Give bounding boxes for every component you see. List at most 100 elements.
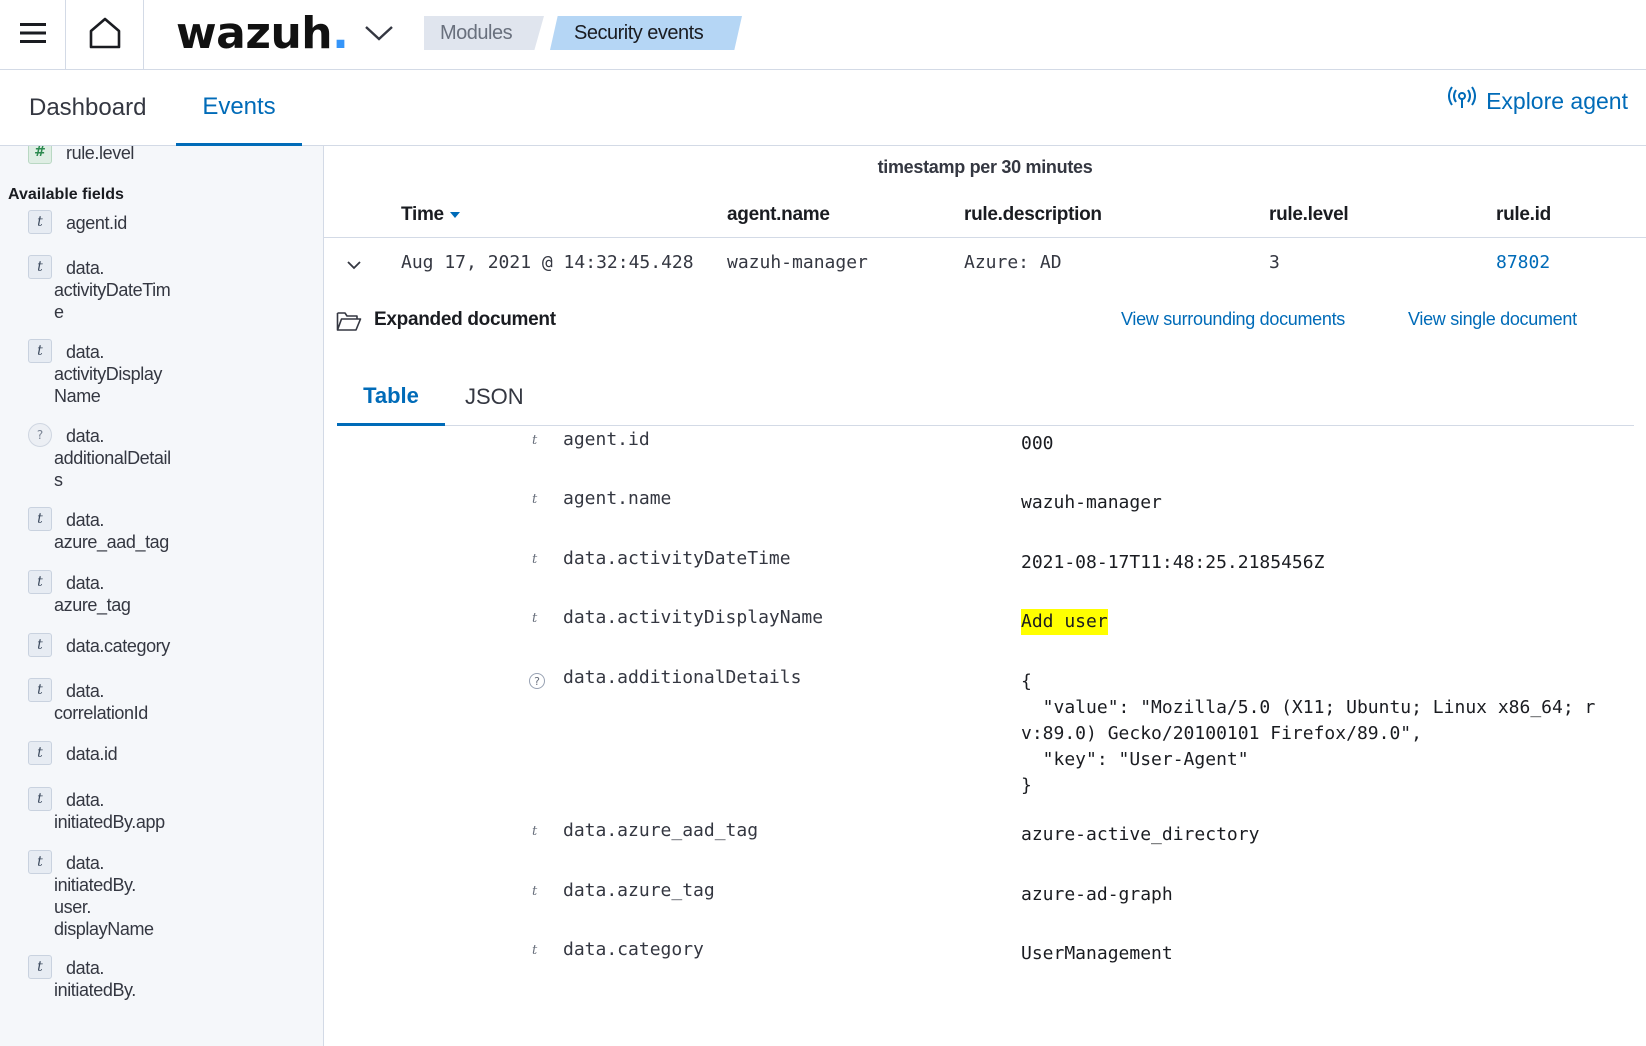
doc-field-value: UserManagement <box>1021 943 1173 964</box>
string-field-icon: t <box>28 678 52 702</box>
field-item[interactable]: ? data. additionalDetail s <box>28 423 318 491</box>
breadcrumb-security-events[interactable]: Security events <box>550 16 742 50</box>
string-field-icon: t <box>532 884 538 899</box>
field-item[interactable]: t data. correlationId <box>28 678 318 724</box>
field-item[interactable]: t data. activityDisplay Name <box>28 339 318 407</box>
home-button[interactable] <box>66 0 144 70</box>
field-name: data. activityDisplay Name <box>54 342 163 406</box>
string-field-icon: t <box>28 507 52 531</box>
view-surrounding-documents-link[interactable]: View surrounding documents <box>1121 309 1345 330</box>
document-view-tabs: Table JSON <box>337 368 1634 426</box>
field-name: data. additionalDetail s <box>54 426 171 490</box>
number-field-icon: # <box>28 146 52 164</box>
doc-field-value: 000 <box>1021 433 1054 454</box>
field-item[interactable]: t data. azure_tag <box>28 570 318 616</box>
field-name: data. correlationId <box>54 681 148 723</box>
field-name: agent.id <box>66 213 127 233</box>
column-header-time[interactable]: Time <box>401 204 460 226</box>
string-field-icon: t <box>532 492 538 507</box>
field-name: data. initiatedBy. <box>54 958 136 1000</box>
column-header-rule-id[interactable]: rule.id <box>1496 204 1551 226</box>
field-name: data. activityDateTim e <box>54 258 171 322</box>
field-item[interactable]: t data. activityDateTim e <box>28 255 318 323</box>
chevron-down-icon <box>344 261 364 278</box>
view-single-document-link[interactable]: View single document <box>1408 309 1577 330</box>
doc-field-key: data.azure_aad_tag <box>563 820 759 841</box>
breadcrumb-modules[interactable]: Modules <box>424 16 544 50</box>
histogram-axis-caption: timestamp per 30 minutes <box>877 157 1093 177</box>
cell-time: Aug 17, 2021 @ 14:32:45.428 <box>401 252 694 273</box>
available-fields-title: Available fields <box>8 186 124 203</box>
explore-agent-button[interactable]: Explore agent <box>1448 86 1628 116</box>
module-tabs-bar: Dashboard Events Explore agent <box>0 70 1646 146</box>
folder-open-icon <box>336 310 362 337</box>
string-field-icon: t <box>28 633 52 657</box>
string-field-icon: t <box>28 955 52 979</box>
doc-field-value-json: { "value": "Mozilla/5.0 (X11; Ubuntu; Li… <box>1021 671 1596 796</box>
doc-field-key: agent.id <box>563 429 650 450</box>
doc-field-value: 2021-08-17T11:48:25.2185456Z <box>1021 552 1325 573</box>
string-field-icon: t <box>28 255 52 279</box>
string-field-icon: t <box>532 943 538 958</box>
field-item[interactable]: t data. azure_aad_tag <box>28 507 318 553</box>
top-navigation-bar: wazuh. Modules Security events <box>0 0 1646 70</box>
column-header-rule-level[interactable]: rule.level <box>1269 204 1349 226</box>
doc-field-key: data.activityDateTime <box>563 548 791 569</box>
broadcast-icon <box>1448 86 1477 116</box>
column-header-rule-description[interactable]: rule.description <box>964 204 1102 226</box>
tab-table[interactable]: Table <box>337 368 445 426</box>
cell-rule-level: 3 <box>1269 252 1280 273</box>
field-item[interactable]: t data. initiatedBy.app <box>28 787 318 833</box>
doc-field-key: data.activityDisplayName <box>563 607 824 628</box>
field-name: data.id <box>66 744 118 764</box>
string-field-icon: t <box>532 824 538 839</box>
field-name: data. azure_tag <box>54 573 131 615</box>
field-name: data. initiatedBy.app <box>54 790 165 832</box>
table-row[interactable]: Aug 17, 2021 @ 14:32:45.428 wazuh-manage… <box>324 250 1646 286</box>
doc-field-value-highlighted: Add user <box>1021 609 1108 635</box>
wazuh-logo[interactable]: wazuh. <box>176 8 349 59</box>
doc-field-key: agent.name <box>563 488 672 509</box>
string-field-icon: t <box>532 611 538 626</box>
doc-field-value: wazuh-manager <box>1021 492 1162 513</box>
cell-rule-description: Azure: AD <box>964 252 1062 273</box>
field-item[interactable]: t data.category <box>28 633 318 657</box>
collapse-row-button[interactable] <box>344 254 368 278</box>
explore-agent-label: Explore agent <box>1486 87 1628 114</box>
fields-sidebar: # rule.level Available fields t agent.id… <box>0 146 324 1046</box>
events-main-panel: timestamp per 30 minutes Time agent.name… <box>324 146 1646 1046</box>
cell-rule-id-link[interactable]: 87802 <box>1496 252 1550 273</box>
selected-field-rule-level[interactable]: # rule.level <box>28 146 318 164</box>
string-field-icon: t <box>28 570 52 594</box>
string-field-icon: t <box>28 210 52 234</box>
tab-json[interactable]: JSON <box>465 368 524 426</box>
tab-dashboard[interactable]: Dashboard <box>29 70 146 146</box>
chevron-down-icon <box>364 24 394 47</box>
doc-field-value: azure-active_directory <box>1021 824 1260 845</box>
doc-field-key: data.additionalDetails <box>563 667 802 688</box>
field-name: data. azure_aad_tag <box>54 510 169 552</box>
doc-field-key: data.azure_tag <box>563 880 715 901</box>
field-name: data. initiatedBy. user. displayName <box>54 853 154 939</box>
unknown-field-icon: ? <box>529 673 545 689</box>
string-field-icon: t <box>532 552 538 567</box>
logo-dot: . <box>332 8 349 59</box>
home-icon <box>88 16 122 55</box>
string-field-icon: t <box>532 433 538 448</box>
field-name: rule.level <box>66 146 135 163</box>
tab-events[interactable]: Events <box>176 70 302 146</box>
field-item[interactable]: t agent.id <box>28 210 318 234</box>
cell-agent-name: wazuh-manager <box>727 252 868 273</box>
logo-text: wazuh <box>176 8 333 59</box>
menu-toggle-button[interactable] <box>0 0 66 70</box>
field-item[interactable]: t data.id <box>28 741 318 765</box>
app-switcher-button[interactable] <box>362 18 396 52</box>
column-header-agent-name[interactable]: agent.name <box>727 204 830 226</box>
field-name: data.category <box>66 636 170 656</box>
hamburger-menu-icon <box>19 22 46 49</box>
field-item[interactable]: t data. initiatedBy. <box>28 955 318 1001</box>
field-item[interactable]: t data. initiatedBy. user. displayName <box>28 850 318 940</box>
expanded-document-header: Expanded document View surrounding docum… <box>336 306 1636 340</box>
sort-down-icon[interactable] <box>449 211 460 218</box>
string-field-icon: t <box>28 787 52 811</box>
